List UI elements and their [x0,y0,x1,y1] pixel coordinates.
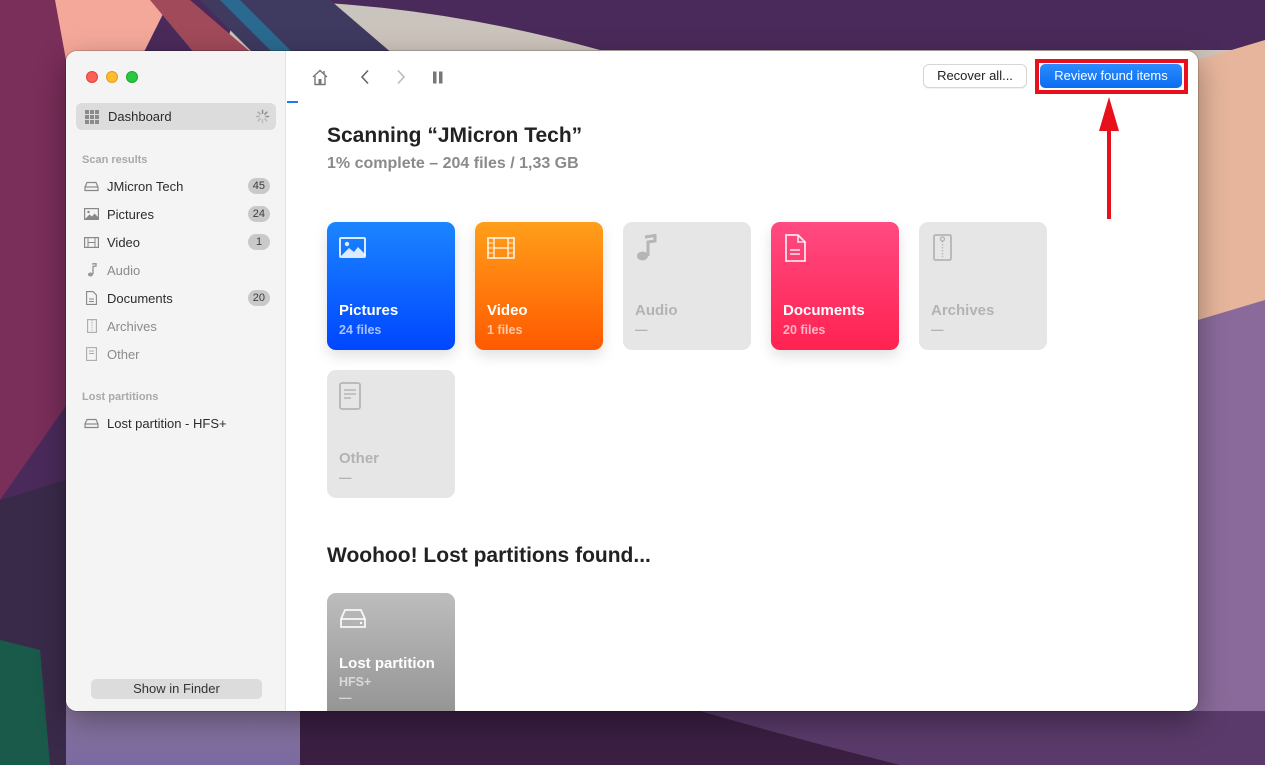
back-button[interactable] [353,65,377,89]
sidebar-item-label: Other [107,346,140,362]
category-card-video[interactable]: Video 1 files [475,222,603,350]
annotation-arrow-icon [1099,97,1119,219]
page-title: Scanning “JMicron Tech” [327,124,583,147]
sidebar-item-jmicron-tech[interactable]: JMicron Tech 45 [84,174,270,198]
film-icon [84,235,99,249]
picture-icon [84,207,99,221]
document-icon [84,291,99,305]
partition-filesystem: HFS+ [339,675,372,689]
film-icon [487,237,515,259]
chevron-left-icon [360,69,369,85]
window-controls [86,71,138,83]
lost-partition-card[interactable]: Lost partition HFS+ — [327,593,455,711]
category-count: 24 files [339,323,382,337]
count-badge: 24 [247,206,270,222]
app-window: Dashboard Scan results JMicron Tech 45 P… [66,51,1198,711]
lost-partitions-title: Woohoo! Lost partitions found... [327,544,651,567]
home-button[interactable] [308,65,332,89]
category-card-documents[interactable]: Documents 20 files [771,222,899,350]
sidebar-item-archives[interactable]: Archives [84,314,270,338]
home-icon [312,69,328,85]
chevron-right-icon [397,69,406,85]
sidebar-item-label: JMicron Tech [107,178,184,194]
picture-icon [339,237,366,258]
scan-status: 1% complete – 204 files / 1,33 GB [327,155,579,172]
category-card-audio[interactable]: Audio — [623,222,751,350]
scan-progress-bar [287,101,298,103]
category-card-pictures[interactable]: Pictures 24 files [327,222,455,350]
sidebar-item-lost-partition[interactable]: Lost partition - HFS+ [84,411,270,435]
category-card-archives[interactable]: Archives — [919,222,1047,350]
pause-icon [433,71,443,83]
sidebar-item-documents[interactable]: Documents 20 [84,286,270,310]
sidebar-item-label: Documents [107,290,173,306]
document-icon [785,234,806,262]
count-badge: 1 [248,234,270,250]
count-badge: 20 [247,290,270,306]
scan-results-heading: Scan results [82,154,148,166]
other-file-icon [339,382,361,410]
category-count: — [635,323,648,337]
category-card-other[interactable]: Other — [327,370,455,498]
category-name: Other [339,450,380,467]
category-name: Archives [931,302,995,319]
sidebar-item-video[interactable]: Video 1 [84,230,270,254]
minimize-window-button[interactable] [106,71,118,83]
count-badge: 45 [247,178,270,194]
music-note-icon [637,233,657,261]
category-count: 1 files [487,323,523,337]
sidebar: Dashboard Scan results JMicron Tech 45 P… [66,51,286,711]
sidebar-item-audio[interactable]: Audio [84,258,270,282]
sidebar-item-label: Dashboard [108,109,172,124]
pause-button[interactable] [426,65,450,89]
main-content: Recover all... Review found items Scanni… [287,51,1198,711]
spinner-icon [255,109,270,124]
drive-icon [84,416,99,430]
maximize-window-button[interactable] [126,71,138,83]
sidebar-item-label: Lost partition - HFS+ [107,415,227,431]
category-count: 20 files [783,323,826,337]
sidebar-item-label: Archives [107,318,157,334]
category-count: — [931,323,944,337]
close-window-button[interactable] [86,71,98,83]
other-file-icon [84,347,99,361]
sidebar-item-label: Audio [107,262,141,278]
drive-icon [84,179,99,193]
category-name: Video [487,302,528,319]
music-note-icon [84,263,99,277]
category-count: — [339,471,352,485]
show-in-finder-button[interactable]: Show in Finder [91,679,262,699]
category-name: Pictures [339,302,399,319]
category-name: Audio [635,302,678,319]
sidebar-item-dashboard[interactable]: Dashboard [76,103,276,130]
review-found-items-button[interactable]: Review found items [1040,64,1182,88]
sidebar-item-other[interactable]: Other [84,342,270,366]
archive-icon [84,319,99,333]
archive-icon [933,234,952,261]
sidebar-item-label: Video [107,234,141,250]
sidebar-item-pictures[interactable]: Pictures 24 [84,202,270,226]
grid-icon [85,109,99,124]
sidebar-item-label: Pictures [107,206,154,222]
lost-partitions-heading: Lost partitions [82,391,159,403]
partition-name: Lost partition [339,655,435,672]
drive-icon [340,609,366,628]
forward-button[interactable] [389,65,413,89]
category-name: Documents [783,302,865,319]
recover-all-button[interactable]: Recover all... [923,64,1027,88]
partition-count: — [339,691,352,705]
